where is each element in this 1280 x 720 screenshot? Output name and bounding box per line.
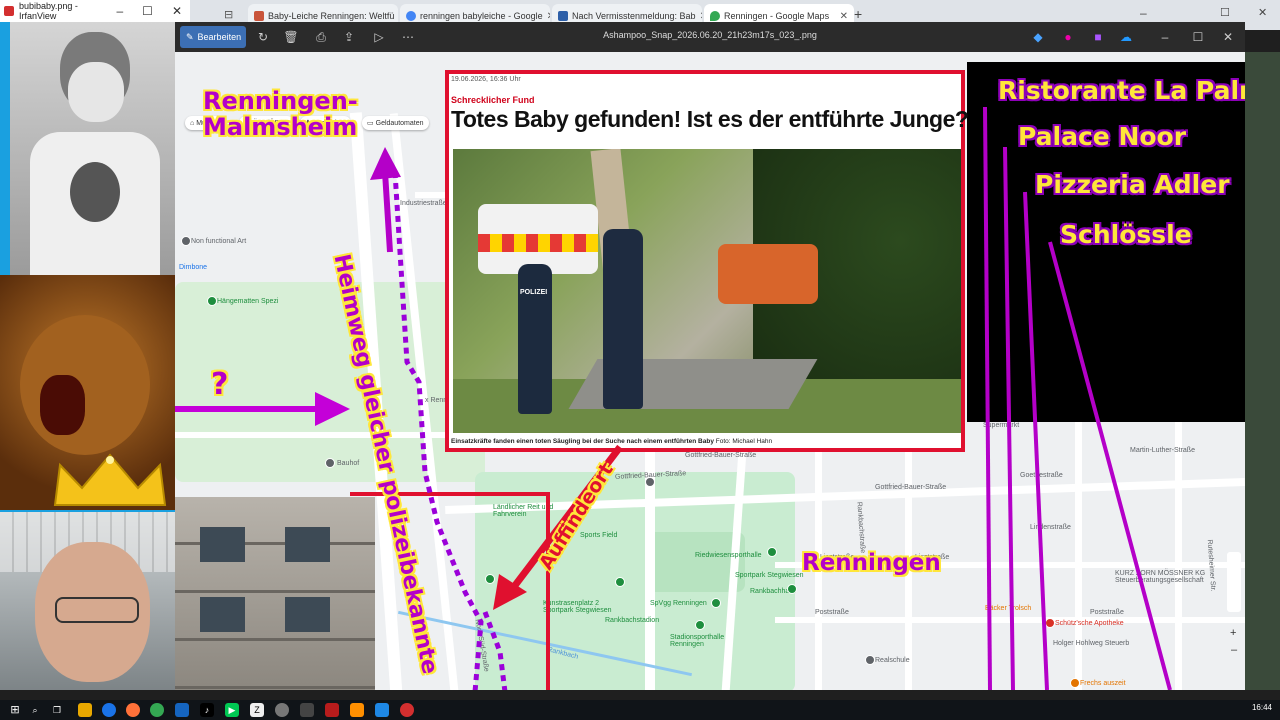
irfanview-icon [4,6,14,16]
tab-label: Baby-Leiche Renningen: Weltfü [268,11,395,21]
maximize-button[interactable]: ☐ [1220,6,1230,19]
app-icon[interactable] [325,703,339,717]
close-button[interactable]: ✕ [1220,28,1236,46]
renningen-malmsheim-label: Renningen- Malmsheim [203,87,358,142]
start-icon[interactable]: ⊞ [8,703,22,717]
google-favicon-icon [406,11,416,21]
more-icon[interactable]: ⋯ [400,28,416,46]
maximize-button[interactable]: ☐ [142,4,153,18]
app-icon[interactable]: ● [1060,28,1076,46]
app-icon[interactable] [300,703,314,717]
minimize-button[interactable]: – [1140,6,1147,20]
restaurant-label: Palace Noor [1018,122,1187,151]
firefox-icon[interactable] [126,703,140,717]
irfanview-title: bubibaby.png - IrfanView [19,1,78,21]
explorer-icon[interactable] [78,703,92,717]
share-icon[interactable]: ⇪ [341,28,357,46]
minimize-button[interactable]: – [116,4,123,18]
edge-icon[interactable] [102,703,116,717]
tab-close-icon[interactable]: ✕ [700,11,702,22]
windows-taskbar: ⊞ ⌕ ❐ ♪ ▶ Z 16:44 [0,700,1280,720]
clock[interactable]: 16:44 [1252,703,1272,712]
app-icon[interactable] [375,703,389,717]
print-icon[interactable]: ⎙ [313,28,329,46]
tab-label: Renningen - Google Maps [724,11,830,21]
snap-filename: Ashampoo_Snap_2026.06.20_21h23m17s_023_.… [603,30,817,40]
tab-label: renningen babyleiche - Google [420,11,543,21]
chrome-icon[interactable] [150,703,164,717]
background-map-strip [1245,52,1280,690]
minimize-button[interactable]: – [1157,28,1173,46]
play-icon[interactable]: ▶ [225,703,239,717]
delete-icon[interactable]: 🗑 [283,28,299,46]
search-icon[interactable]: ⌕ [28,703,42,717]
renningen-label: Renningen [802,550,941,576]
tiktok-icon[interactable]: ♪ [200,703,214,717]
crown-icon [53,453,167,506]
app-icon[interactable] [350,703,364,717]
child-photo [10,22,175,280]
share-app-icon[interactable]: ◆ [1030,28,1046,46]
edit-button[interactable]: ✎ Bearbeiten [180,26,246,48]
app-icon[interactable] [275,703,289,717]
app-icon[interactable]: ■ [1090,28,1106,46]
restaurant-label: Schlössle [1060,220,1192,249]
app-icon[interactable] [175,703,189,717]
tab-label: Nach Vermisstenmeldung: Bab [572,11,696,21]
app-icon[interactable]: Z [250,703,264,717]
new-tab-icon[interactable]: + [854,6,862,22]
restaurant-label: Ristorante La Palm [998,76,1245,105]
tab-actions-icon[interactable]: ⊟ [224,8,233,21]
task-view-icon[interactable]: ❐ [50,703,64,717]
close-button[interactable]: ✕ [1258,6,1267,19]
app-icon[interactable] [400,703,414,717]
irfanview-titlebar: bubibaby.png - IrfanView – ☐ ✕ [0,0,190,22]
restaurant-label: Pizzeria Adler [1035,170,1230,199]
maximize-button[interactable]: ☐ [1190,28,1206,46]
edit-icon: ✎ [186,31,194,42]
snap-toolbar: ✎ Bearbeiten ↻ 🗑 ⎙ ⇪ ▷ ⋯ Ashampoo_Snap_2… [175,22,1245,52]
news-favicon-icon [558,11,568,21]
snapshot-image: ⌂ Museen ▣ ÖPV/ÖPNV ✚ Apotheken ▭ Geldautoma… [175,52,1245,690]
video-icon[interactable]: ▷ [371,28,387,46]
rotate-icon[interactable]: ↻ [255,28,271,46]
maps-favicon-icon [710,11,720,21]
news-favicon-icon [254,11,264,21]
cloud-icon[interactable]: ☁ [1118,28,1134,46]
question-mark-label: ? [211,367,229,402]
tab-close-icon[interactable]: ✕ [840,11,848,22]
webcam-feed [0,512,175,690]
close-button[interactable]: ✕ [172,4,182,18]
tab-close-icon[interactable]: ✕ [547,11,550,22]
